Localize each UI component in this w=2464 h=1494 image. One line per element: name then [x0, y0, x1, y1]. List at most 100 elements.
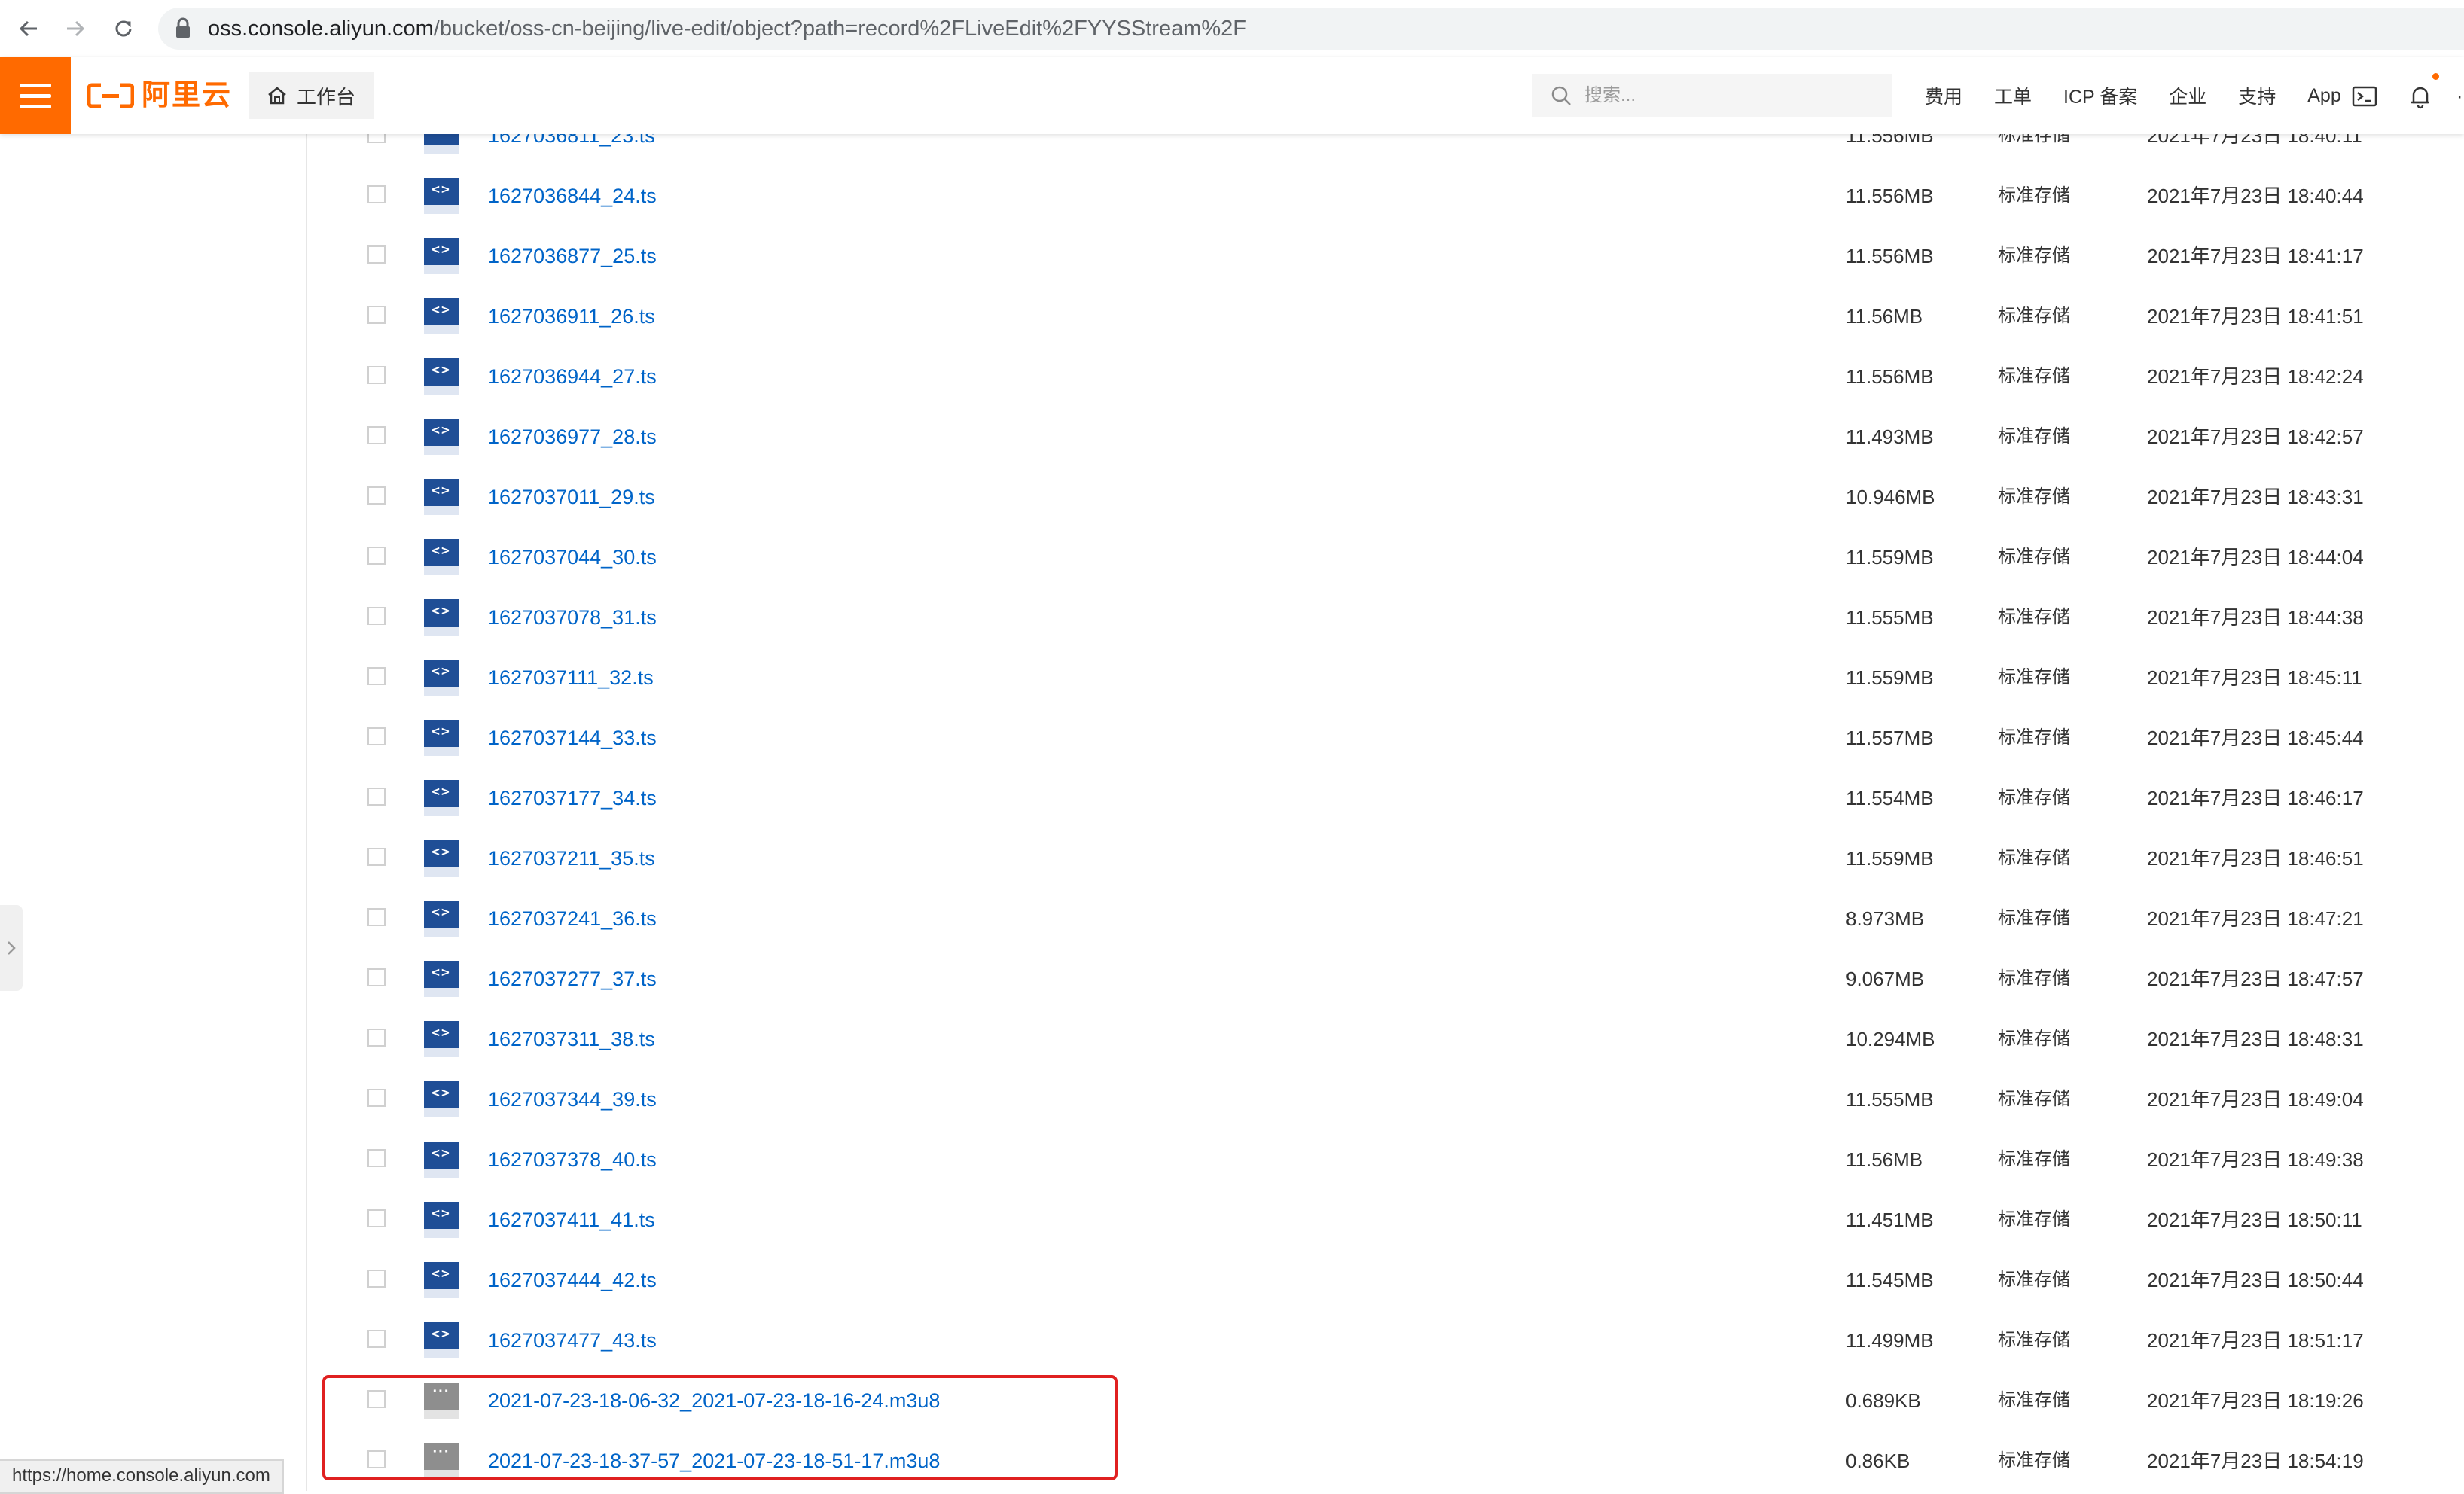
file-size: 11.557MB — [1846, 727, 1934, 749]
file-name-link[interactable]: 1627037378_40.ts — [488, 1147, 657, 1172]
file-name-link[interactable]: 1627036944_27.ts — [488, 364, 657, 389]
header-link-tickets[interactable]: 工单 — [1994, 82, 2032, 109]
file-name-link[interactable]: 1627037078_31.ts — [488, 605, 657, 630]
file-name-link[interactable]: 1627036977_28.ts — [488, 424, 657, 450]
table-row[interactable]: <> 1627036977_28.ts 11.493MB 标准存储 2021年7月23日… — [307, 407, 2464, 467]
global-search[interactable] — [1532, 74, 1892, 117]
file-name-link[interactable]: 1627036877_25.ts — [488, 243, 657, 269]
file-size: 0.86KB — [1846, 1450, 1911, 1472]
row-checkbox[interactable] — [367, 185, 386, 203]
table-row[interactable]: <> 1627037277_37.ts 9.067MB 标准存储 2021年7月23日 … — [307, 949, 2464, 1009]
code-file-icon: <> — [424, 599, 459, 636]
row-checkbox[interactable] — [367, 848, 386, 866]
row-checkbox[interactable] — [367, 908, 386, 926]
code-file-icon: <> — [424, 1322, 459, 1358]
search-input[interactable] — [1583, 84, 1887, 107]
file-name-link[interactable]: 1627037211_35.ts — [488, 846, 655, 871]
table-row[interactable]: <> 1627037044_30.ts 11.559MB 标准存储 2021年7月23日… — [307, 527, 2464, 587]
header-link-billing[interactable]: 费用 — [1925, 82, 1962, 109]
row-checkbox[interactable] — [367, 607, 386, 625]
hamburger-icon-bar — [20, 104, 51, 108]
terminal-icon[interactable] — [2351, 83, 2378, 110]
file-name-link[interactable]: 1627036911_26.ts — [488, 303, 655, 329]
table-row[interactable]: <> 1627036911_26.ts 11.56MB 标准存储 2021年7月23日 … — [307, 286, 2464, 346]
file-size: 11.545MB — [1846, 1269, 1934, 1291]
row-checkbox[interactable] — [367, 1029, 386, 1047]
header-link-app[interactable]: App — [2307, 85, 2340, 107]
table-row[interactable]: <> 1627037144_33.ts 11.557MB 标准存储 2021年7月23日… — [307, 708, 2464, 768]
modified-time: 2021年7月23日 18:42:57 — [2147, 425, 2364, 448]
row-checkbox[interactable] — [367, 788, 386, 806]
row-checkbox[interactable] — [367, 1209, 386, 1227]
row-checkbox[interactable] — [367, 968, 386, 986]
table-row[interactable]: <> 1627037078_31.ts 11.555MB 标准存储 2021年7月23日… — [307, 587, 2464, 648]
table-row[interactable]: <> 1627036944_27.ts 11.556MB 标准存储 2021年7月23日… — [307, 346, 2464, 407]
row-checkbox[interactable] — [367, 667, 386, 685]
file-name-link[interactable]: 1627037044_30.ts — [488, 544, 657, 570]
storage-class: 标准存储 — [1998, 486, 2070, 507]
header-link-support[interactable]: 支持 — [2238, 82, 2276, 109]
header-link-icp[interactable]: ICP 备案 — [2063, 82, 2137, 109]
file-name-link[interactable]: 1627037311_38.ts — [488, 1026, 655, 1052]
brand-logo[interactable]: 阿里云 — [87, 77, 232, 114]
file-name-link[interactable]: 1627037344_39.ts — [488, 1087, 657, 1112]
file-name-link[interactable]: 1627037177_34.ts — [488, 785, 657, 811]
table-row[interactable]: <> 1627037411_41.ts 11.451MB 标准存储 2021年7月23日… — [307, 1190, 2464, 1250]
row-checkbox[interactable] — [367, 1089, 386, 1107]
row-checkbox[interactable] — [367, 1330, 386, 1348]
main-menu-button[interactable] — [0, 57, 71, 134]
file-name-link[interactable]: 1627037011_29.ts — [488, 484, 655, 510]
modified-time: 2021年7月23日 18:50:11 — [2147, 1209, 2362, 1231]
table-row[interactable]: <> 1627037211_35.ts 11.559MB 标准存储 2021年7月23日… — [307, 828, 2464, 889]
table-row[interactable]: <> 1627037444_42.ts 11.545MB 标准存储 2021年7月23日… — [307, 1250, 2464, 1310]
file-size: 11.556MB — [1846, 365, 1934, 388]
modified-time: 2021年7月23日 18:40:44 — [2147, 184, 2364, 207]
modified-time: 2021年7月23日 18:46:51 — [2147, 847, 2364, 870]
code-file-icon: <> — [424, 539, 459, 575]
object-list: <>1627036811_23.ts11.556MB标准存储2021年7月23日… — [0, 0, 2464, 1491]
table-row[interactable]: <> 1627036877_25.ts 11.556MB 标准存储 2021年7月23日… — [307, 226, 2464, 286]
bell-icon[interactable] — [2407, 83, 2434, 110]
workbench-button[interactable]: 工作台 — [249, 72, 374, 119]
table-row[interactable]: <> 1627037477_43.ts 11.499MB 标准存储 2021年7月23日… — [307, 1310, 2464, 1371]
table-row[interactable]: <> 1627037011_29.ts 10.946MB 标准存储 2021年7月23日… — [307, 467, 2464, 527]
row-checkbox[interactable] — [367, 1149, 386, 1167]
row-checkbox[interactable] — [367, 366, 386, 384]
storage-class: 标准存储 — [1998, 245, 2070, 266]
row-checkbox[interactable] — [367, 486, 386, 505]
row-checkbox[interactable] — [367, 1270, 386, 1288]
modified-time: 2021年7月23日 18:49:04 — [2147, 1088, 2364, 1111]
brand-name: 阿里云 — [142, 80, 233, 111]
table-row[interactable]: <> 1627037177_34.ts 11.554MB 标准存储 2021年7月23日… — [307, 768, 2464, 828]
table-row[interactable]: <> 1627037344_39.ts 11.555MB 标准存储 2021年7月23日… — [307, 1069, 2464, 1130]
file-size: 11.56MB — [1846, 1148, 1923, 1171]
file-name-link[interactable]: 1627037477_43.ts — [488, 1328, 657, 1353]
file-name-link[interactable]: 1627037241_36.ts — [488, 906, 657, 931]
row-checkbox[interactable] — [367, 547, 386, 565]
file-name-link[interactable]: 1627037144_33.ts — [488, 725, 657, 751]
annotation-highlight-box — [322, 1375, 1118, 1480]
table-row[interactable]: <> 1627037111_32.ts 11.559MB 标准存储 2021年7月23日… — [307, 648, 2464, 708]
header-links: 费用 工单 ICP 备案 企业 支持 App — [1925, 57, 2341, 134]
row-checkbox[interactable] — [367, 245, 386, 264]
row-checkbox[interactable] — [367, 426, 386, 444]
table-row[interactable]: <> 1627037378_40.ts 11.56MB 标准存储 2021年7月23日 … — [307, 1130, 2464, 1190]
storage-class: 标准存储 — [1998, 1089, 2070, 1109]
file-name-link[interactable]: 1627037277_37.ts — [488, 966, 657, 992]
code-file-icon: <> — [424, 901, 459, 937]
storage-class: 标准存储 — [1998, 185, 2070, 206]
modified-time: 2021年7月23日 18:48:31 — [2147, 1028, 2364, 1050]
storage-class: 标准存储 — [1998, 1450, 2070, 1471]
table-row[interactable]: <> 1627037241_36.ts 8.973MB 标准存储 2021年7月23日 … — [307, 889, 2464, 949]
file-name-link[interactable]: 1627037111_32.ts — [488, 665, 654, 691]
table-row[interactable]: <> 1627037311_38.ts 10.294MB 标准存储 2021年7月23日… — [307, 1009, 2464, 1069]
header-link-enterprise[interactable]: 企业 — [2169, 82, 2206, 109]
row-checkbox[interactable] — [367, 306, 386, 324]
table-row[interactable]: <> 1627036844_24.ts 11.556MB 标准存储 2021年7月23日… — [307, 166, 2464, 226]
row-checkbox[interactable] — [367, 727, 386, 745]
file-name-link[interactable]: 1627037444_42.ts — [488, 1267, 657, 1293]
modified-time: 2021年7月23日 18:41:17 — [2147, 245, 2364, 267]
status-bar-url: https://home.console.aliyun.com — [0, 1459, 284, 1494]
file-name-link[interactable]: 1627037411_41.ts — [488, 1207, 655, 1233]
file-name-link[interactable]: 1627036844_24.ts — [488, 183, 657, 209]
